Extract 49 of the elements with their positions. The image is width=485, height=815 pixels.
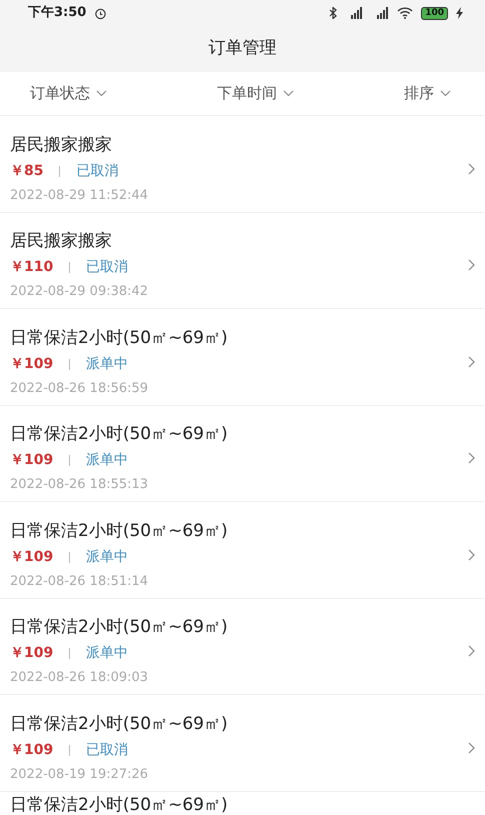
order-time: 2022-08-29 11:52:44 <box>10 186 150 204</box>
order-time: 2022-08-26 18:56:59 <box>10 380 150 398</box>
order-title: 日常保洁2小时(50㎡~69㎡) <box>10 616 229 639</box>
order-time: 2022-08-29 09:38:42 <box>10 283 150 301</box>
chevron-right-icon[interactable] <box>468 259 475 272</box>
order-title: 居民搬家搬家 <box>10 230 113 253</box>
order-time: 2022-08-19 19:27:26 <box>10 766 150 784</box>
order-title: 日常保洁2小时(50㎡~69㎡) <box>10 423 229 446</box>
order-title: 日常保洁2小时(50㎡~69㎡) <box>10 794 229 815</box>
order-price: ￥109 <box>10 451 54 470</box>
chevron-right-icon[interactable] <box>468 645 475 658</box>
chevron-right-icon[interactable] <box>468 356 475 368</box>
order-price: ￥109 <box>10 354 54 374</box>
chevron-right-icon[interactable] <box>468 548 475 561</box>
order-price: ￥110 <box>10 258 54 277</box>
chevron-down-icon <box>96 90 107 97</box>
order-time: 2022-08-26 18:51:14 <box>10 572 150 590</box>
order-price: ￥109 <box>10 644 54 663</box>
chevron-right-icon[interactable] <box>468 452 475 464</box>
charging-icon <box>456 7 463 19</box>
chevron-down-icon <box>440 90 451 97</box>
filter-dropdown[interactable]: 下单时间 <box>217 82 294 105</box>
order-status: 已取消 <box>86 258 128 277</box>
order-status: 派单中 <box>86 644 128 663</box>
order-status: 已取消 <box>86 740 128 760</box>
page-title: 订单管理 <box>208 37 276 60</box>
order-status: 派单中 <box>86 451 128 470</box>
wifi-icon <box>397 7 414 19</box>
chevron-right-icon[interactable] <box>468 162 475 175</box>
order-status: 派单中 <box>86 354 128 374</box>
order-time: 2022-08-26 18:55:13 <box>10 476 150 494</box>
bluetooth-icon <box>329 7 338 19</box>
order-price: ￥109 <box>10 548 54 566</box>
filter-dropdown[interactable]: 订单状态 <box>30 82 107 105</box>
order-price: ￥109 <box>10 740 54 760</box>
chevron-down-icon <box>283 90 294 97</box>
order-title: 居民搬家搬家 <box>10 134 113 156</box>
order-title: 日常保洁2小时(50㎡~69㎡) <box>10 712 229 736</box>
status-time: 下午3:50 <box>28 4 86 22</box>
chevron-right-icon[interactable] <box>468 742 475 754</box>
order-title: 日常保洁2小时(50㎡~69㎡) <box>10 326 229 350</box>
battery-level: 100 <box>421 6 448 20</box>
alarm-icon <box>94 6 108 20</box>
order-status: 派单中 <box>86 548 128 566</box>
filter-dropdown[interactable]: 排序 <box>404 82 451 105</box>
order-price: ￥85 <box>10 162 44 180</box>
order-title: 日常保洁2小时(50㎡~69㎡) <box>10 520 229 542</box>
order-time: 2022-08-26 18:09:03 <box>10 669 150 687</box>
order-status: 已取消 <box>76 162 118 180</box>
